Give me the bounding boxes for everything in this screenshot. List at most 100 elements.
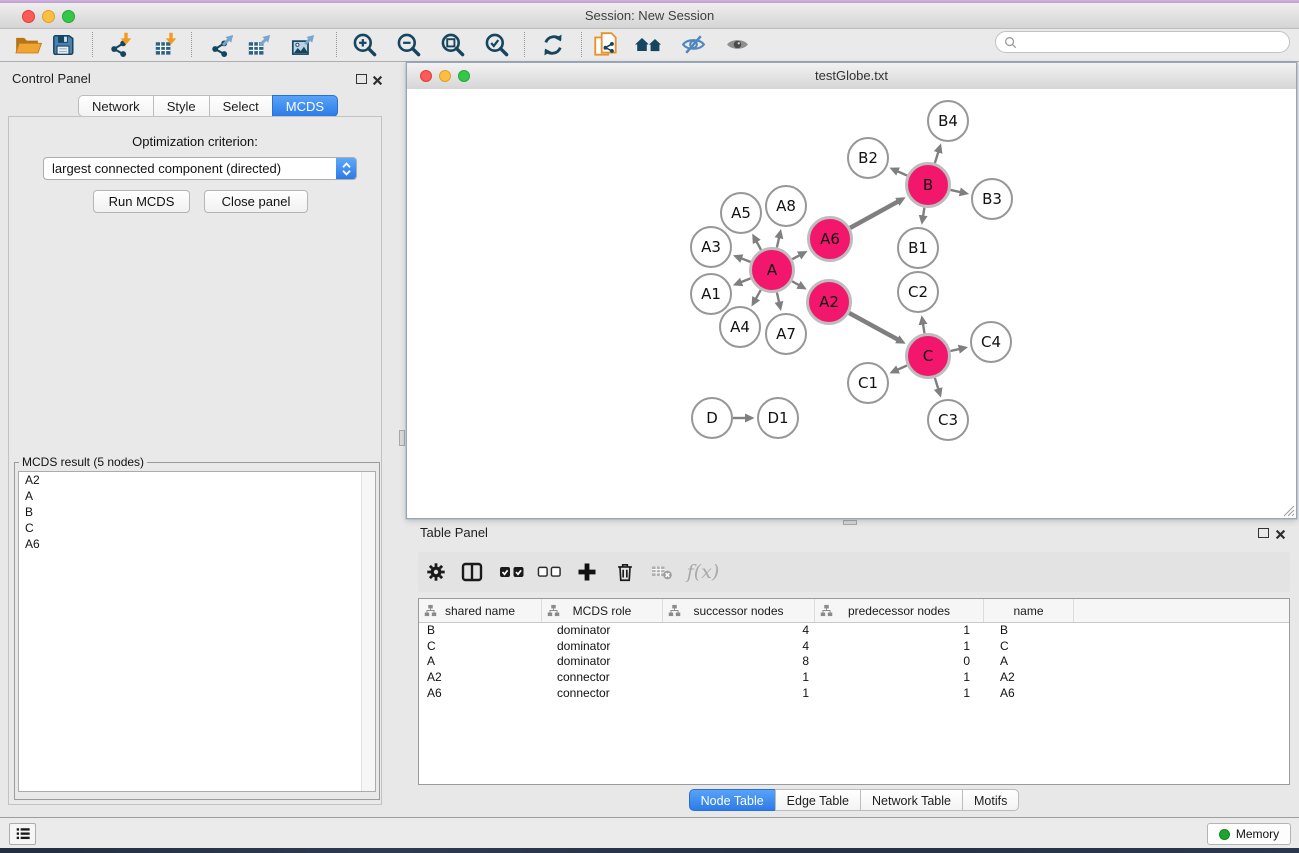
table-cell[interactable]: 1 — [815, 639, 984, 653]
export-table-button[interactable] — [241, 29, 277, 60]
mcds-result-item[interactable]: C — [19, 520, 375, 536]
table-cell[interactable]: dominator — [542, 623, 663, 637]
table-cell[interactable]: A2 — [984, 670, 1074, 684]
tab-select[interactable]: Select — [209, 95, 273, 117]
table-cell[interactable]: 1 — [815, 670, 984, 684]
graph-node-d[interactable]: D — [691, 397, 733, 439]
graph-node-c4[interactable]: C4 — [970, 321, 1012, 363]
column-header-predecessor-nodes[interactable]: predecessor nodes — [815, 599, 984, 622]
graph-node-a8[interactable]: A8 — [765, 185, 807, 227]
memory-button[interactable]: Memory — [1207, 823, 1291, 845]
table-cell[interactable]: 4 — [663, 623, 815, 637]
table-cell[interactable]: 1 — [815, 623, 984, 637]
task-history-button[interactable] — [9, 823, 36, 845]
table-cell[interactable]: A2 — [419, 670, 542, 684]
export-image-button[interactable] — [285, 29, 321, 60]
table-cell[interactable]: C — [419, 639, 542, 653]
table-cell[interactable]: connector — [542, 686, 663, 700]
table-cell[interactable]: 1 — [663, 686, 815, 700]
tab-style[interactable]: Style — [153, 95, 210, 117]
table-cell[interactable]: A — [984, 654, 1074, 668]
duplicate-network-button[interactable] — [588, 29, 624, 60]
graph-node-b[interactable]: B — [905, 162, 951, 208]
select-all-button[interactable] — [494, 552, 530, 592]
vertical-splitter-handle[interactable] — [399, 430, 405, 446]
tab-edge-table[interactable]: Edge Table — [775, 789, 861, 811]
titlebar[interactable]: Session: New Session — [0, 3, 1299, 29]
open-session-button[interactable] — [10, 29, 46, 60]
graph-node-c[interactable]: C — [905, 333, 951, 379]
table-cell[interactable]: A — [419, 654, 542, 668]
graph-node-b3[interactable]: B3 — [971, 178, 1013, 220]
save-session-button[interactable] — [45, 29, 81, 60]
table-cell[interactable]: B — [419, 623, 542, 637]
zoom-fit-button[interactable] — [434, 29, 470, 60]
export-network-button[interactable] — [204, 29, 240, 60]
mcds-result-item[interactable]: A6 — [19, 536, 375, 552]
tab-node-table[interactable]: Node Table — [689, 789, 776, 811]
run-mcds-button[interactable]: Run MCDS — [93, 190, 190, 213]
search-field[interactable] — [995, 31, 1290, 53]
apply-layout-button[interactable] — [535, 29, 571, 60]
graph-node-c2[interactable]: C2 — [897, 271, 939, 313]
column-header-shared-name[interactable]: shared name — [419, 599, 542, 622]
graph-node-b1[interactable]: B1 — [897, 227, 939, 269]
table-row[interactable]: Cdominator41C — [419, 638, 1289, 654]
scrollbar-track[interactable] — [361, 472, 375, 791]
mcds-result-item[interactable]: A — [19, 488, 375, 504]
table-row[interactable]: A6connector11A6 — [419, 685, 1289, 701]
node-table[interactable]: shared nameMCDS rolesuccessor nodesprede… — [418, 598, 1290, 785]
graph-node-b4[interactable]: B4 — [927, 100, 969, 142]
horizontal-splitter-handle[interactable] — [843, 520, 857, 525]
table-row[interactable]: Bdominator41B — [419, 622, 1289, 638]
table-cell[interactable]: 1 — [663, 670, 815, 684]
table-row[interactable]: A2connector11A2 — [419, 669, 1289, 685]
table-cell[interactable]: 0 — [815, 654, 984, 668]
table-panel-close-icon[interactable] — [1275, 527, 1286, 545]
homes-button[interactable] — [631, 29, 667, 60]
table-row[interactable]: Adominator80A — [419, 654, 1289, 670]
show-columns-button[interactable] — [454, 552, 490, 592]
column-header-successor-nodes[interactable]: successor nodes — [663, 599, 815, 622]
table-cell[interactable]: dominator — [542, 639, 663, 653]
zoom-in-button[interactable] — [346, 29, 382, 60]
table-cell[interactable]: 1 — [815, 686, 984, 700]
zoom-selected-button[interactable] — [478, 29, 514, 60]
table-panel-float-icon[interactable] — [1258, 528, 1269, 538]
network-window-titlebar[interactable]: testGlobe.txt — [407, 63, 1296, 90]
tab-mcds[interactable]: MCDS — [272, 95, 338, 117]
network-view-window[interactable]: testGlobe.txt B4B2BB3A8A5A6A3B1AC2A1A2A4… — [406, 62, 1297, 519]
graph-node-b2[interactable]: B2 — [847, 137, 889, 179]
table-cell[interactable]: C — [984, 639, 1074, 653]
network-canvas[interactable]: B4B2BB3A8A5A6A3B1AC2A1A2A4A7C4CC1DD1C3 — [407, 89, 1296, 518]
table-cell[interactable]: 4 — [663, 639, 815, 653]
table-cell[interactable]: B — [984, 623, 1074, 637]
mcds-result-list[interactable]: A2ABCA6 — [18, 471, 376, 792]
tab-network[interactable]: Network — [78, 95, 154, 117]
zoom-out-button[interactable] — [390, 29, 426, 60]
graph-node-c3[interactable]: C3 — [927, 399, 969, 441]
import-table-button[interactable] — [148, 29, 184, 60]
graph-node-a6[interactable]: A6 — [807, 216, 853, 262]
column-header-name[interactable]: name — [984, 599, 1074, 622]
graph-node-a[interactable]: A — [749, 247, 795, 293]
tab-motifs[interactable]: Motifs — [962, 789, 1019, 811]
graph-node-a7[interactable]: A7 — [765, 313, 807, 355]
graph-node-a1[interactable]: A1 — [690, 273, 732, 315]
column-header-mcds-role[interactable]: MCDS role — [542, 599, 663, 622]
resize-grip-icon[interactable] — [1281, 503, 1295, 517]
search-input[interactable] — [1022, 34, 1289, 50]
table-cell[interactable]: dominator — [542, 654, 663, 668]
graph-node-a2[interactable]: A2 — [806, 279, 852, 325]
graph-node-c1[interactable]: C1 — [847, 362, 889, 404]
add-button[interactable] — [569, 552, 605, 592]
graph-node-d1[interactable]: D1 — [757, 397, 799, 439]
control-panel-close-icon[interactable] — [372, 73, 383, 91]
table-cell[interactable]: A6 — [419, 686, 542, 700]
deselect-all-button[interactable] — [531, 552, 567, 592]
delete-button[interactable] — [607, 552, 643, 592]
import-network-button[interactable] — [103, 29, 139, 60]
hide-selected-button[interactable] — [675, 29, 711, 60]
show-hidden-button[interactable] — [719, 29, 755, 60]
table-cell[interactable]: A6 — [984, 686, 1074, 700]
